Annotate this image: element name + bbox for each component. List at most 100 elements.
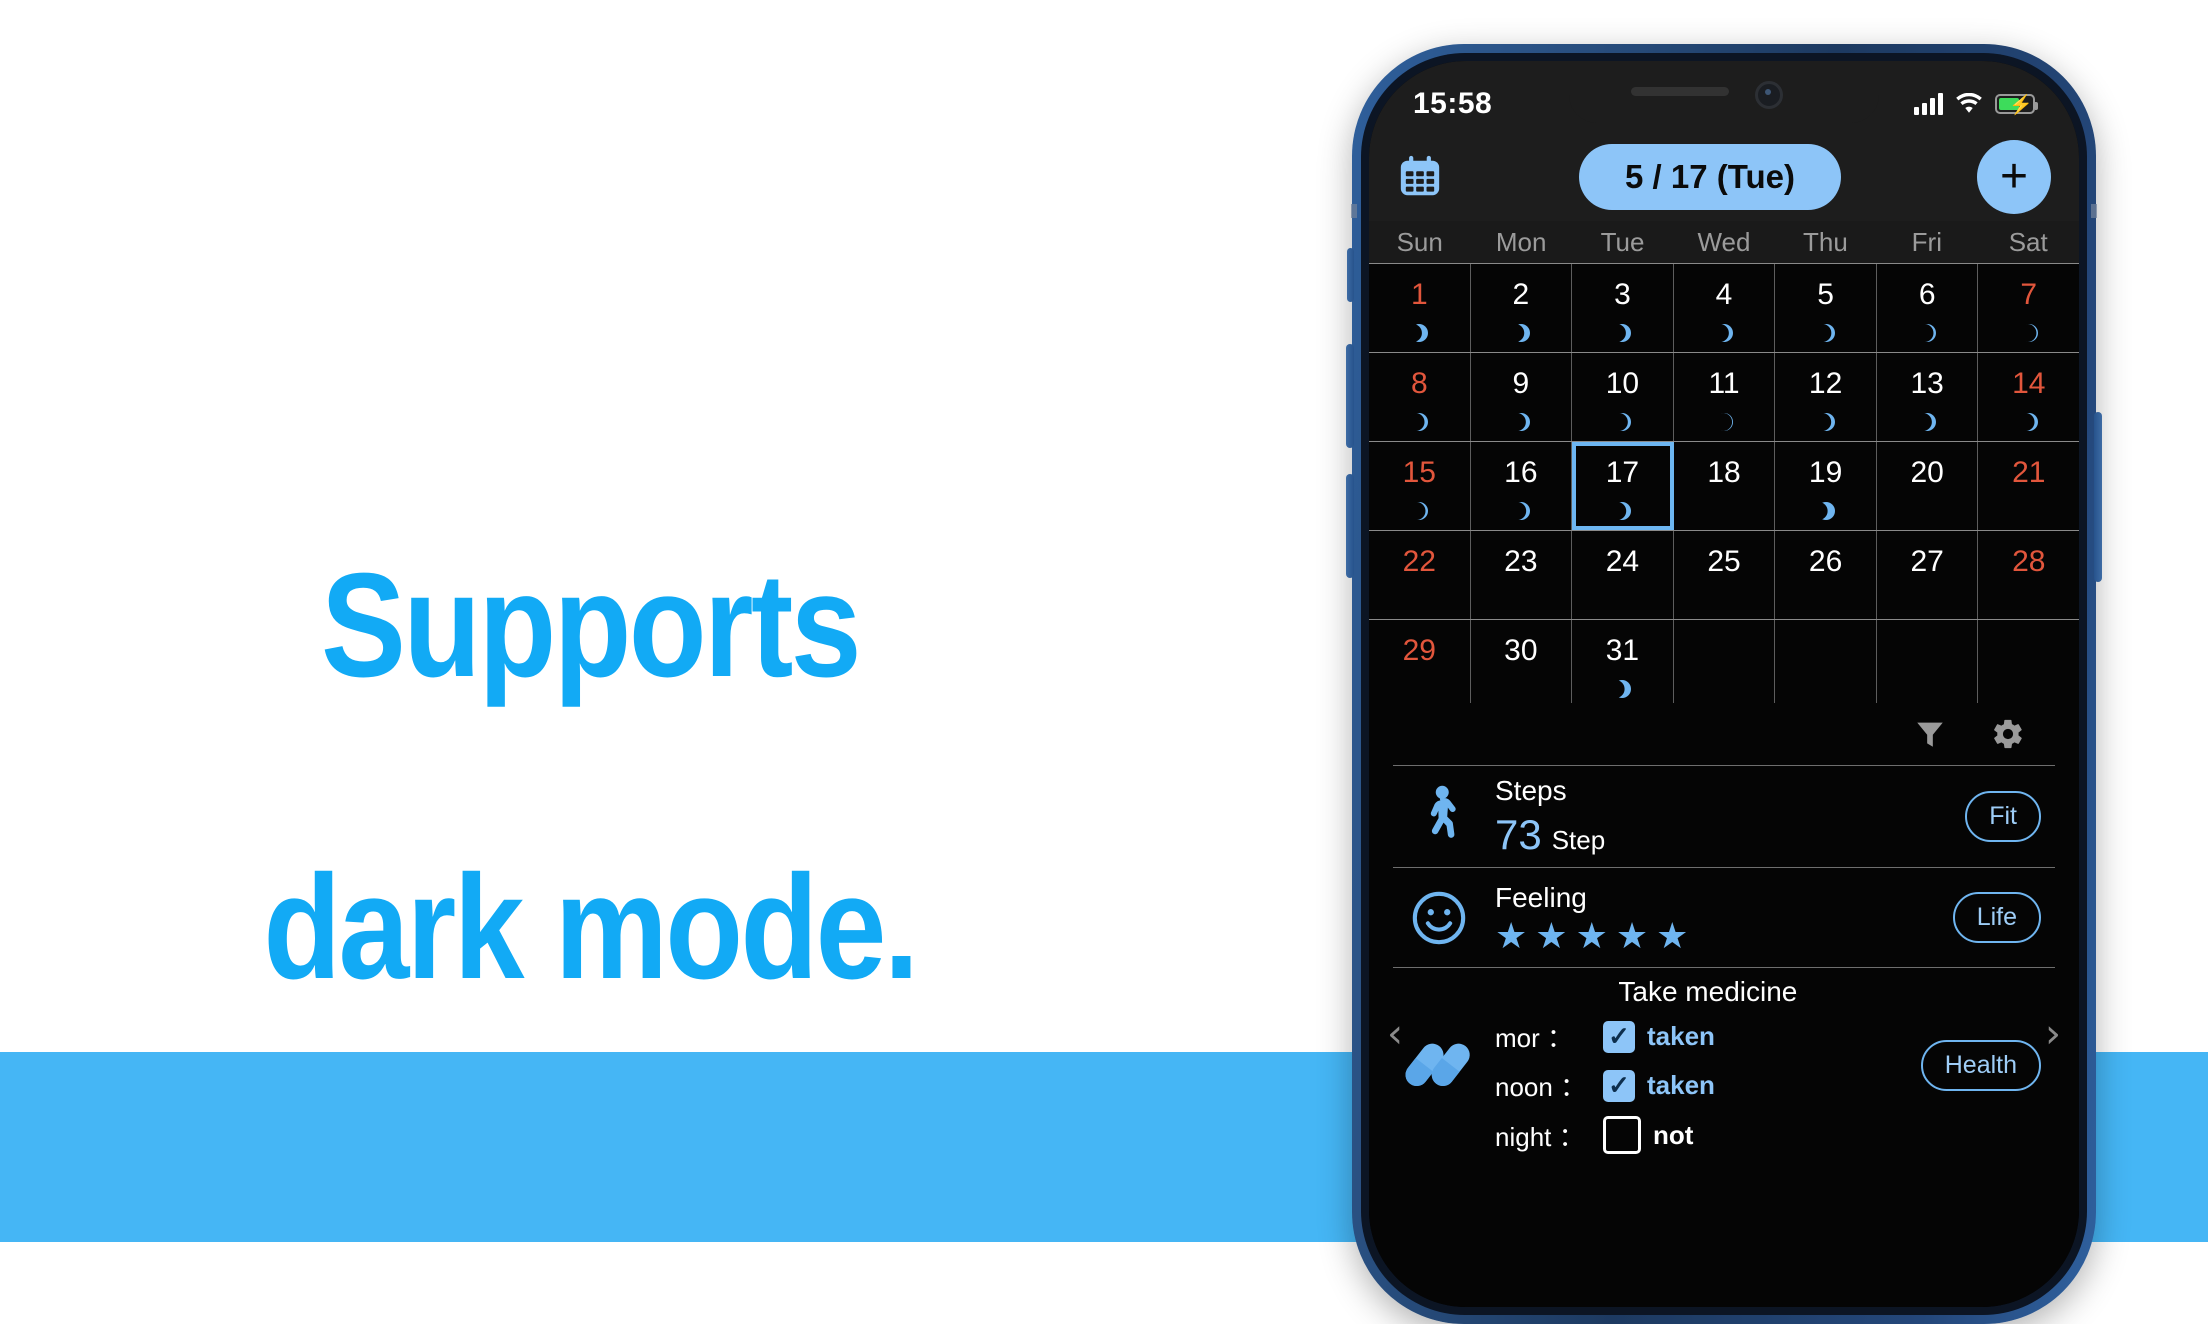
volume-up-button[interactable] (1346, 344, 1354, 448)
feeling-title: Feeling (1495, 881, 1587, 913)
filter-icon[interactable] (1913, 717, 1947, 751)
steps-value: 73 (1495, 810, 1542, 858)
mute-switch[interactable] (1347, 248, 1354, 302)
calendar-day-31[interactable]: 31 (1572, 620, 1674, 708)
calendar-day-26[interactable]: 26 (1775, 531, 1877, 619)
calendar-day-27[interactable]: 27 (1876, 531, 1979, 619)
calendar-day-number: 16 (1504, 456, 1538, 489)
medicine-dose-row: noon ： ✓ taken (1495, 1067, 1921, 1104)
current-date-pill[interactable]: 5 / 17 (Tue) (1579, 144, 1841, 210)
calendar-day-25[interactable]: 25 (1673, 531, 1776, 619)
dose-time-label: noon ： (1495, 1072, 1587, 1102)
calendar-day-3[interactable]: 3 (1572, 264, 1674, 352)
calendar-day-number: 13 (1910, 367, 1944, 400)
weekday-thu: Thu (1802, 227, 1848, 257)
calendar-day-7[interactable]: 7 (1978, 264, 2079, 352)
calendar-day-22[interactable]: 22 (1369, 531, 1471, 619)
moon-phase-icon (1369, 410, 1470, 434)
calendar-day-number: 12 (1808, 367, 1843, 400)
entry-cards: Steps 73 Step Fit Feeling ★ ★ ★ ★ ★ Life… (1369, 765, 2079, 1307)
calendar-day-17[interactable]: 17 (1572, 442, 1674, 530)
checkbox-checked-icon[interactable]: ✓ (1603, 1069, 1635, 1102)
chevron-right-icon[interactable]: › (2045, 1014, 2061, 1054)
calendar-day-8[interactable]: 8 (1369, 353, 1471, 441)
moon-phase-icon (1572, 410, 1673, 434)
headline-line-1: Supports (321, 542, 862, 708)
calendar-day-empty (1775, 620, 1877, 708)
medicine-dose-row: night ： not (1495, 1116, 1921, 1154)
calendar-day-2[interactable]: 2 (1470, 264, 1573, 352)
calendar-day-empty (1978, 620, 2079, 708)
gear-icon[interactable] (1991, 717, 2025, 751)
calendar-day-1[interactable]: 1 (1369, 264, 1471, 352)
calendar-day-6[interactable]: 6 (1876, 264, 1979, 352)
calendar-day-28[interactable]: 28 (1978, 531, 2079, 619)
feeling-body: Feeling ★ ★ ★ ★ ★ (1485, 882, 1953, 954)
calendar-day-number: 21 (2012, 456, 2046, 489)
steps-category-tag[interactable]: Fit (1965, 791, 2041, 842)
calendar-day-11[interactable]: 11 (1673, 353, 1776, 441)
calendar-day-24[interactable]: 24 (1572, 531, 1674, 619)
chevron-left-icon[interactable]: ‹ (1387, 1014, 1403, 1054)
moon-phase-icon (1674, 410, 1775, 434)
medicine-card[interactable]: ‹ › Take medicine mor ： ✓ taken noon ： ✓… (1387, 967, 2061, 1166)
calendar-day-20[interactable]: 20 (1876, 442, 1979, 530)
calendar-day-4[interactable]: 4 (1673, 264, 1776, 352)
calendar-day-5[interactable]: 5 (1775, 264, 1877, 352)
moon-phase-icon (1978, 321, 2079, 345)
feeling-card[interactable]: Feeling ★ ★ ★ ★ ★ Life (1393, 867, 2055, 967)
rating-star[interactable]: ★ (1616, 917, 1648, 954)
calendar-day-number: 28 (2012, 545, 2046, 578)
calendar-day-30[interactable]: 30 (1470, 620, 1573, 708)
calendar-day-23[interactable]: 23 (1470, 531, 1573, 619)
add-entry-button[interactable]: + (1977, 140, 2051, 214)
calendar-day-15[interactable]: 15 (1369, 442, 1471, 530)
moon-phase-icon (1572, 321, 1673, 345)
moon-phase-icon (1877, 321, 1978, 345)
calendar-day-18[interactable]: 18 (1673, 442, 1776, 530)
rating-star[interactable]: ★ (1576, 917, 1608, 954)
calendar-day-10[interactable]: 10 (1572, 353, 1674, 441)
power-button[interactable] (2094, 412, 2102, 582)
moon-phase-icon (1775, 321, 1876, 345)
checkbox-unchecked-icon[interactable] (1603, 1116, 1641, 1154)
calendar-day-16[interactable]: 16 (1470, 442, 1573, 530)
calendar-day-empty (1876, 620, 1979, 708)
checkbox-checked-icon[interactable]: ✓ (1603, 1020, 1635, 1053)
feeling-rating-stars[interactable]: ★ ★ ★ ★ ★ (1495, 917, 1953, 954)
calendar-day-21[interactable]: 21 (1978, 442, 2079, 530)
calendar-day-12[interactable]: 12 (1775, 353, 1877, 441)
phone-screen: 15:58 ⚡ 5 / 17 (Tue) + Sun Mon Tue Wed T… (1369, 61, 2079, 1307)
calendar-day-number: 19 (1808, 456, 1843, 489)
calendar-day-29[interactable]: 29 (1369, 620, 1471, 708)
calendar-day-number: 1 (1410, 278, 1428, 311)
calendar-day-19[interactable]: 19 (1775, 442, 1877, 530)
battery-charging-icon: ⚡ (1995, 94, 2038, 116)
medicine-category-tag[interactable]: Health (1920, 1039, 2041, 1091)
calendar-day-number: 22 (1402, 545, 1436, 578)
calendar-day-9[interactable]: 9 (1470, 353, 1573, 441)
dose-state-label: not (1653, 1119, 1694, 1150)
moon-phase-icon (1775, 410, 1876, 434)
rating-star[interactable]: ★ (1656, 917, 1688, 954)
calendar-grid: 1 2 3 4 5 6 7 8 9 10 11 12 13 14 15 16 17 18 19 20 21 22 23 24 2… (1369, 263, 2079, 709)
earpiece-speaker-icon (1631, 87, 1729, 96)
calendar-icon[interactable] (1397, 154, 1443, 200)
weekday-header: Sun Mon Tue Wed Thu Fri Sat (1369, 221, 2079, 263)
wifi-icon (1956, 93, 1982, 113)
rating-star[interactable]: ★ (1535, 917, 1567, 954)
calendar-day-14[interactable]: 14 (1978, 353, 2079, 441)
dose-state-label: taken (1647, 1070, 1715, 1100)
volume-down-button[interactable] (1346, 474, 1354, 578)
moon-phase-icon (1572, 499, 1673, 523)
medicine-body: Take medicine mor ： ✓ taken noon ： ✓ taken nig… (1485, 976, 1921, 1154)
feeling-category-tag[interactable]: Life (1952, 892, 2041, 943)
status-time: 15:58 (1413, 87, 1493, 120)
rating-star[interactable]: ★ (1495, 917, 1527, 954)
calendar-day-13[interactable]: 13 (1876, 353, 1979, 441)
calendar-day-number: 4 (1715, 278, 1733, 311)
antenna-band-right (2091, 204, 2097, 218)
medicine-dose-row: mor ： ✓ taken (1495, 1018, 1921, 1055)
calendar-day-number: 9 (1512, 367, 1530, 400)
steps-card[interactable]: Steps 73 Step Fit (1393, 765, 2055, 867)
